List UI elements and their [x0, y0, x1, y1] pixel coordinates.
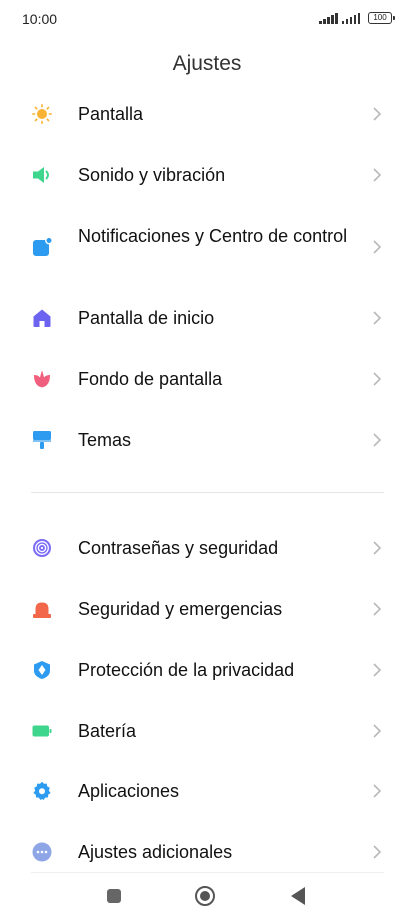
settings-item-label: Seguridad y emergencias — [78, 599, 283, 619]
settings-item-safety[interactable]: Seguridad y emergencias — [0, 593, 414, 625]
navbar-divider — [31, 872, 384, 873]
settings-item-label: Batería — [78, 721, 137, 741]
back-button[interactable] — [288, 885, 310, 907]
settings-item-apps[interactable]: Aplicaciones — [0, 775, 414, 807]
settings-item-label: Aplicaciones — [78, 781, 180, 801]
settings-item-battery[interactable]: Batería — [0, 715, 414, 747]
home-icon — [32, 308, 52, 328]
chevron-right-icon — [372, 845, 382, 859]
settings-item-privacy[interactable]: Protección de la privacidad — [0, 654, 414, 686]
shield-icon — [32, 660, 52, 680]
settings-item-label: Sonido y vibración — [78, 165, 226, 185]
recents-button[interactable] — [103, 885, 125, 907]
settings-item-home-screen[interactable]: Pantalla de inicio — [0, 302, 414, 334]
siren-icon — [32, 599, 52, 619]
settings-item-label: Contraseñas y seguridad — [78, 538, 279, 558]
signal-icon — [319, 13, 338, 24]
settings-item-label: Pantalla de inicio — [78, 308, 215, 328]
page-title: Ajustes — [172, 52, 242, 75]
settings-item-label: Fondo de pantalla — [78, 369, 223, 389]
flower-icon — [32, 369, 52, 389]
chevron-right-icon — [372, 168, 382, 182]
chevron-right-icon — [372, 663, 382, 677]
chevron-right-icon — [372, 372, 382, 386]
home-button[interactable] — [194, 885, 216, 907]
circle-icon — [195, 886, 215, 906]
settings-item-notifications[interactable]: Notificaciones y Centro de control — [0, 222, 414, 272]
square-icon — [107, 889, 121, 903]
battery-status-icon: 100 — [368, 12, 395, 24]
settings-item-label: Protección de la privacidad — [78, 660, 295, 680]
notification-icon — [32, 237, 52, 257]
chevron-right-icon — [372, 240, 382, 254]
paint-roller-icon — [32, 430, 52, 450]
status-icons: 100 — [319, 12, 395, 24]
settings-item-label: Temas — [78, 430, 132, 450]
speaker-icon — [32, 165, 52, 185]
settings-item-sound[interactable]: Sonido y vibración — [0, 159, 414, 191]
chevron-right-icon — [372, 784, 382, 798]
battery-level: 100 — [373, 13, 387, 22]
settings-item-display[interactable]: Pantalla — [0, 98, 414, 130]
settings-item-label: Ajustes adicionales — [78, 842, 233, 862]
section-divider — [31, 492, 384, 493]
settings-item-label: Pantalla — [78, 104, 144, 124]
chevron-right-icon — [372, 107, 382, 121]
gear-icon — [32, 781, 52, 801]
chevron-right-icon — [372, 541, 382, 555]
triangle-back-icon — [291, 887, 305, 905]
chevron-right-icon — [372, 602, 382, 616]
settings-item-themes[interactable]: Temas — [0, 424, 414, 456]
settings-item-passwords[interactable]: Contraseñas y seguridad — [0, 532, 414, 564]
status-bar: 10:00 100 — [0, 0, 414, 38]
more-icon — [32, 842, 52, 862]
status-time: 10:00 — [22, 11, 58, 27]
settings-item-label: Notificaciones y Centro de control — [78, 226, 348, 246]
battery-icon — [32, 721, 52, 741]
chevron-right-icon — [372, 311, 382, 325]
chevron-right-icon — [372, 724, 382, 738]
chevron-right-icon — [372, 433, 382, 447]
signal-icon — [341, 13, 360, 24]
settings-item-wallpaper[interactable]: Fondo de pantalla — [0, 363, 414, 395]
settings-item-additional[interactable]: Ajustes adicionales — [0, 836, 414, 868]
sun-icon — [32, 104, 52, 124]
fingerprint-icon — [32, 538, 52, 558]
